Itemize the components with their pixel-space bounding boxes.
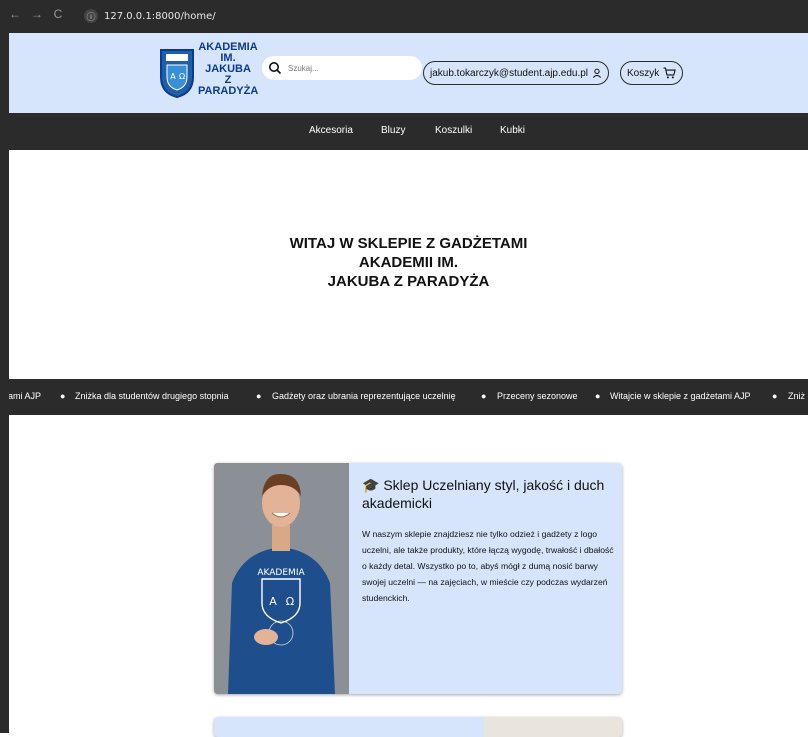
cart-button[interactable]: Koszyk xyxy=(620,61,683,85)
hero-section: WITAJ W SKLEPIE Z GADŻETAMI AKADEMII IM.… xyxy=(9,150,808,379)
ticker-separator: ● xyxy=(481,391,487,401)
featured-card: AKADEMIA A Ω 🎓 Sklep Uczelniany styl, ja… xyxy=(214,463,622,694)
graduation-cap-icon: 🎓 xyxy=(362,477,380,493)
browser-nav: ← → C xyxy=(9,7,63,21)
search-icon[interactable] xyxy=(268,61,282,75)
student-hoodie-image: AKADEMIA A Ω xyxy=(214,463,349,694)
nav-item-kubki[interactable]: Kubki xyxy=(500,125,525,136)
svg-text:A: A xyxy=(269,595,277,608)
brand-name[interactable]: AKADEMIA IM. JAKUBA Z PARADYŻA xyxy=(198,42,258,97)
reload-icon[interactable]: C xyxy=(53,7,63,21)
hero-title-line: JAKUBA Z PARADYŻA xyxy=(327,273,490,290)
main-navigation: Akcesoria Bluzy Koszulki Kubki xyxy=(9,113,808,150)
ticker-item: Witajcie w sklepie z gadżetami AJP xyxy=(610,391,751,401)
back-icon[interactable]: ← xyxy=(9,7,21,21)
left-edge xyxy=(0,33,9,733)
user-account-button[interactable]: jakub.tokarczyk@student.ajp.edu.pl xyxy=(423,61,609,85)
card-title-text: Sklep Uczelniany styl, jakość i duch aka… xyxy=(362,477,605,511)
ticker-item: Gadżety oraz ubrania reprezentujące ucze… xyxy=(272,391,456,401)
university-logo[interactable]: A Ω xyxy=(158,47,196,99)
url-text: 127.0.0.1:8000/home/ xyxy=(104,10,216,22)
hero-title: WITAJ W SKLEPIE Z GADŻETAMI AKADEMII IM.… xyxy=(9,234,808,291)
forward-icon[interactable]: → xyxy=(31,7,43,21)
svg-text:A: A xyxy=(170,72,176,81)
ticker-item: ami AJP xyxy=(9,391,42,401)
nav-item-bluzy[interactable]: Bluzy xyxy=(381,125,405,136)
product-photo: AKADEMIA A Ω xyxy=(214,463,349,694)
ticker-separator: ● xyxy=(256,391,262,401)
svg-text:Ω: Ω xyxy=(286,595,294,608)
ticker-item: Przeceny sezonowe xyxy=(497,391,578,401)
site-info-icon[interactable]: ⓘ xyxy=(84,9,98,23)
svg-text:AKADEMIA: AKADEMIA xyxy=(257,568,305,578)
ticker-item: Zniż xyxy=(788,391,806,401)
announcement-ticker: ami AJP ● Zniżka dla studentów drugiego … xyxy=(9,379,808,415)
ticker-item: Zniżka dla studentów drugiego stopnia xyxy=(75,391,229,401)
search-input[interactable] xyxy=(288,63,408,73)
brand-line: PARADYŻA xyxy=(198,85,259,97)
cart-icon xyxy=(663,67,676,79)
ticker-separator: ● xyxy=(60,391,66,401)
second-card xyxy=(214,717,622,737)
nav-item-akcesoria[interactable]: Akcesoria xyxy=(309,125,353,136)
hero-title-line: AKADEMII IM. xyxy=(358,254,459,271)
hero-title-line: WITAJ W SKLEPIE Z GADŻETAMI xyxy=(289,235,528,252)
second-card-photo xyxy=(484,717,622,737)
card-heading: 🎓 Sklep Uczelniany styl, jakość i duch a… xyxy=(362,476,612,512)
ticker-separator: ● xyxy=(595,391,601,401)
nav-item-koszulki[interactable]: Koszulki xyxy=(435,125,472,136)
ticker-separator: ● xyxy=(772,391,778,401)
browser-toolbar: ← → C ⓘ 127.0.0.1:8000/home/ xyxy=(0,0,808,33)
card-description: W naszym sklepie znajdziesz nie tylko od… xyxy=(362,529,614,603)
cart-label: Koszyk xyxy=(627,67,660,79)
search-box[interactable] xyxy=(262,56,422,80)
svg-text:Ω: Ω xyxy=(179,72,185,81)
address-bar[interactable]: ⓘ 127.0.0.1:8000/home/ xyxy=(84,7,808,25)
user-icon xyxy=(592,68,602,78)
user-email: jakub.tokarczyk@student.ajp.edu.pl xyxy=(430,67,589,79)
